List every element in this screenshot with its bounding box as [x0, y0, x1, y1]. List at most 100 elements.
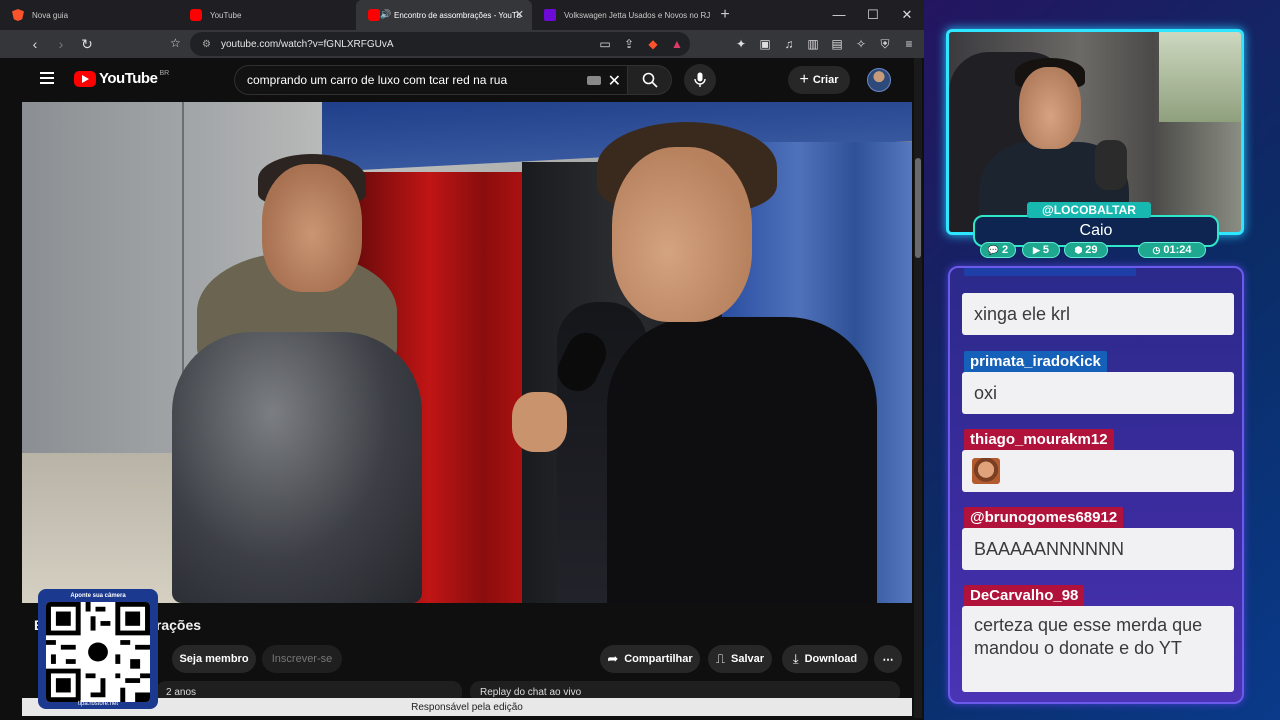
avatar[interactable]	[867, 68, 891, 92]
youtube-icon	[368, 9, 380, 21]
youtube-wordmark: YouTube	[99, 70, 158, 87]
upload-date: 2 anos	[166, 687, 197, 698]
more-actions-button[interactable]: ⋯	[874, 645, 902, 673]
search-input[interactable]: comprando um carro de luxo com tcar red …	[234, 65, 628, 95]
download-icon: ⤓	[792, 651, 799, 666]
brave-rewards-icon[interactable]: ▲	[668, 34, 686, 54]
share-page-icon[interactable]: ⇪	[620, 34, 638, 54]
qr-header: Aponte sua câmera	[70, 593, 126, 599]
leo-ai-icon[interactable]: ✧	[852, 34, 870, 54]
stat-uptime: ◷ 01:24	[1138, 242, 1206, 258]
background-window	[1159, 32, 1241, 122]
tab-title: YouTube	[210, 10, 242, 20]
stat-value: 5	[1042, 244, 1050, 256]
cast-icon[interactable]: ▭	[596, 34, 614, 54]
streamer-handle: @LOCOBALTAR	[1027, 202, 1151, 218]
chat-icon: 💬	[987, 244, 1000, 255]
youtube-header: YouTube BR comprando um carro de luxo co…	[22, 58, 912, 102]
chat-username	[964, 268, 1136, 276]
kick-icon: ⬢	[1074, 244, 1083, 255]
chat-message: certeza que esse merda que mandou o dona…	[962, 606, 1234, 692]
search-query: comprando um carro de luxo com tcar red …	[247, 73, 508, 87]
chat-username-text: thiago_mourakm12	[970, 431, 1108, 448]
chat-username-text: primata_iradoKick	[970, 353, 1101, 370]
chat-message: BAAAAANNNNNN	[962, 528, 1234, 570]
bookmark-save-icon: ⎍	[715, 651, 726, 666]
qr-code-badge: Aponte sua câmera tipa.rbstore.net	[38, 589, 158, 709]
qr-code	[46, 602, 150, 702]
wallet-icon[interactable]: ▤	[828, 34, 846, 54]
stat-chat: 💬 2	[980, 242, 1016, 258]
youtube-icon: ▶	[1032, 244, 1040, 255]
bookmark-icon[interactable]: ☆	[170, 36, 181, 50]
speaker-icon[interactable]: 🔊	[380, 9, 391, 20]
scrollbar[interactable]	[914, 58, 922, 718]
join-label: Seja membro	[179, 653, 249, 665]
streamer-face	[1019, 67, 1081, 149]
create-label: Criar	[812, 74, 839, 86]
chat-message-text: certeza que esse merda que mandou o dona…	[974, 615, 1203, 658]
share-label: Compartilhar	[624, 653, 693, 665]
reload-button[interactable]: ↻	[76, 33, 98, 55]
minimize-button[interactable]: —	[822, 7, 856, 23]
chat-message: oxi	[962, 372, 1234, 414]
region-code: BR	[159, 70, 170, 77]
keyboard-icon[interactable]	[587, 76, 601, 85]
tab-title: Nova guia	[32, 10, 69, 20]
clear-search-icon[interactable]: ✕	[608, 71, 621, 91]
sidebar-icon[interactable]: ▥	[804, 34, 822, 54]
subscribe-button[interactable]: Inscrever-se	[262, 645, 342, 673]
tab-strip: Nova guia YouTube 🔊 Encontro de assombra…	[0, 0, 924, 30]
extensions-icon[interactable]: ✦	[732, 34, 750, 54]
tab-new-tab[interactable]: Nova guia	[0, 0, 178, 30]
stat-value: 01:24	[1163, 244, 1192, 256]
video-player[interactable]	[22, 102, 912, 603]
join-button[interactable]: Seja membro	[172, 645, 256, 673]
screenshot-icon[interactable]: ▣	[756, 34, 774, 54]
chat-message-text: BAAAAANNNNNN	[974, 539, 1125, 559]
knight-armor	[172, 332, 422, 603]
download-button[interactable]: ⤓ Download	[782, 645, 868, 673]
brave-lion-icon	[12, 9, 24, 21]
chat-username: @brunogomes68912	[964, 507, 1124, 529]
stat-value: 2	[1002, 244, 1009, 256]
qr-footer: tipa.rbstore.net	[77, 701, 119, 707]
subscribe-label: Inscrever-se	[271, 653, 333, 665]
voice-search-button[interactable]	[684, 64, 716, 96]
site-settings-icon[interactable]: ⚙	[202, 39, 211, 50]
studio-microphone	[1095, 140, 1127, 190]
stat-youtube: ▶ 5	[1022, 242, 1060, 258]
plus-icon: +	[799, 71, 809, 88]
stat-kick: ⬢ 29	[1064, 242, 1108, 258]
search-icon	[642, 72, 658, 88]
tab-youtube[interactable]: YouTube	[178, 0, 356, 30]
olx-icon	[544, 9, 556, 21]
new-tab-button[interactable]: +	[710, 6, 740, 24]
qr-code-icon	[46, 602, 150, 702]
close-window-button[interactable]: ✕	[890, 7, 924, 23]
tab-volkswagen-jetta[interactable]: Volkswagen Jetta Usados e Novos no RJ	[532, 0, 710, 30]
youtube-play-icon	[74, 70, 96, 87]
close-tab-icon[interactable]: ✕	[515, 8, 524, 21]
status-text: Responsável pela edição	[411, 701, 523, 713]
music-icon[interactable]: ♫	[780, 34, 798, 54]
tab-encontro-assombracoes[interactable]: 🔊 Encontro de assombrações - YouTu ✕	[356, 0, 532, 30]
scrollbar-thumb[interactable]	[915, 158, 921, 258]
youtube-logo[interactable]: YouTube BR	[74, 70, 169, 87]
chat-message: xinga ele krl	[962, 293, 1234, 335]
chat-message	[962, 450, 1234, 492]
microphone-icon	[694, 72, 706, 87]
more-icon: ⋯	[882, 653, 894, 666]
create-button[interactable]: + Criar	[788, 66, 850, 94]
forward-button[interactable]: ›	[50, 33, 72, 55]
menu-icon[interactable]: ≡	[900, 34, 918, 54]
back-button[interactable]: ‹	[24, 33, 46, 55]
share-button[interactable]: ➦ Compartilhar	[600, 645, 700, 673]
save-button[interactable]: ⎍ Salvar	[708, 645, 772, 673]
vpn-icon[interactable]: ⛨	[876, 34, 894, 54]
hamburger-menu-icon[interactable]	[40, 72, 54, 84]
chat-panel: xinga ele krl primata_iradoKick oxi thia…	[948, 266, 1244, 704]
brave-shields-icon[interactable]: ◆	[644, 34, 662, 54]
maximize-button[interactable]: ☐	[856, 7, 890, 23]
search-button[interactable]	[628, 65, 672, 95]
